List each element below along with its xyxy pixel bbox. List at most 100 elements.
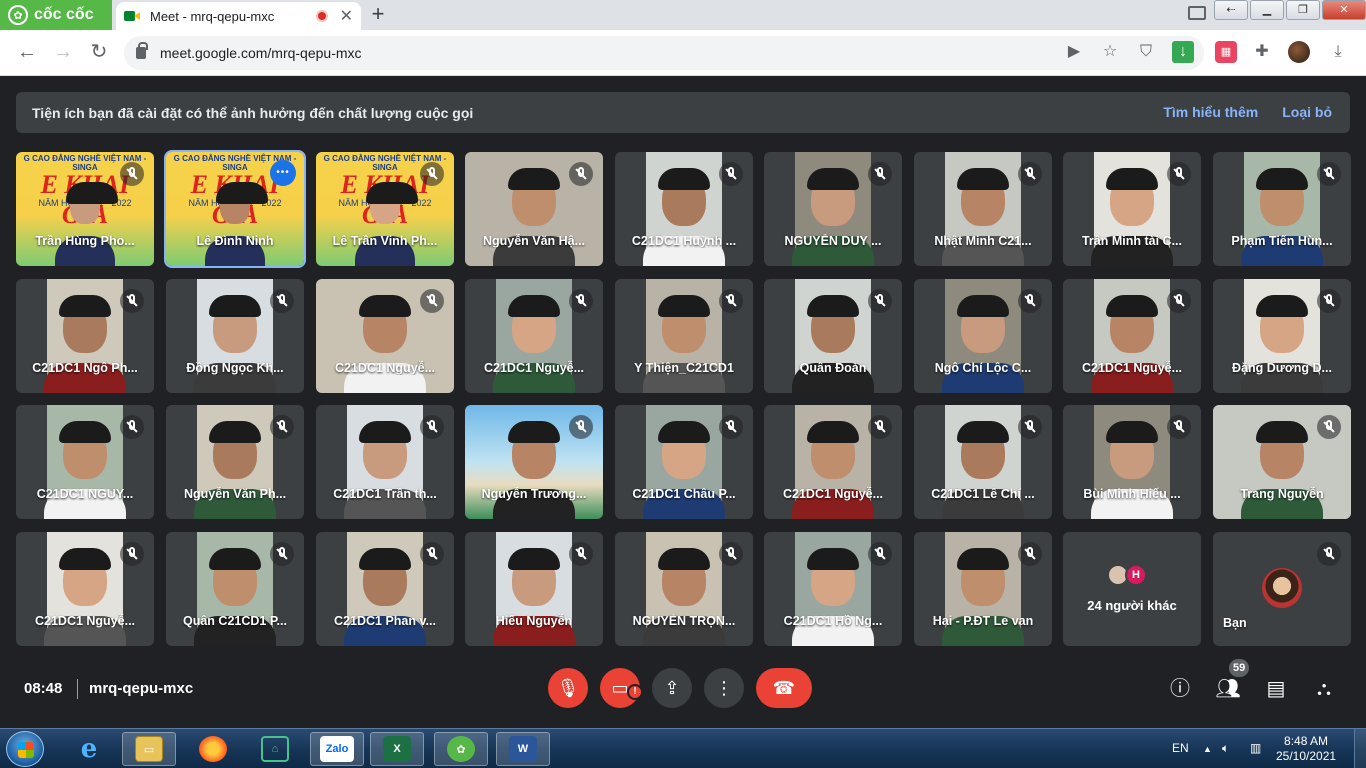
participant-tile[interactable]: Quân C21CD1 P... — [166, 532, 304, 646]
participant-face — [1256, 168, 1308, 226]
participant-tile[interactable]: C21DC1 NGUY... — [16, 405, 154, 519]
participant-tile[interactable]: Hiếu Nguyễn — [465, 532, 603, 646]
lock-icon[interactable] — [136, 42, 148, 59]
meeting-info-icon[interactable]: ⓘ — [1167, 676, 1193, 702]
word-taskbar-icon[interactable]: W — [496, 732, 550, 766]
participant-tile[interactable]: Hai - P.ĐT Le van — [914, 532, 1052, 646]
participant-tile[interactable]: Quân Đoàn — [764, 279, 902, 393]
leave-call-button[interactable]: ☎ — [756, 668, 812, 708]
zalo-taskbar-icon[interactable]: Zalo — [310, 732, 364, 766]
participant-name: Lê Trần Vinh Ph... — [332, 234, 438, 248]
maximize-button[interactable]: ❐ — [1286, 0, 1320, 20]
ie-taskbar-icon[interactable]: e — [62, 732, 116, 766]
show-desktop-button[interactable] — [1354, 729, 1366, 768]
participant-tile[interactable]: C21DC1 Nguyễ... — [764, 405, 902, 519]
participant-tile[interactable]: C21DC1 Hồ Ng... — [764, 532, 902, 646]
participant-tile[interactable]: C21DC1 Nguyễ... — [465, 279, 603, 393]
participant-tile[interactable]: Nguyễn Trương... — [465, 405, 603, 519]
self-tile[interactable]: Bạn — [1213, 532, 1351, 646]
activities-icon[interactable]: ⛬ — [1311, 676, 1337, 702]
participant-tile[interactable]: Ngô Chí Lộc C... — [914, 279, 1052, 393]
participant-tile[interactable]: Y Thiện_C21CD1 — [615, 279, 753, 393]
self-avatar — [1262, 568, 1302, 608]
tab-meet[interactable]: Meet - mrq-qepu-mxc ✕ — [116, 2, 361, 30]
participant-tile[interactable]: Nguyễn Văn Hậ... — [465, 152, 603, 266]
extension-icon[interactable]: ▦ — [1215, 41, 1237, 63]
new-tab-button[interactable]: + — [366, 3, 390, 27]
coccoc-menu-button[interactable]: ✿ cốc cốc — [0, 0, 112, 30]
chat-icon[interactable]: ▤ — [1263, 676, 1289, 702]
app-taskbar-icon[interactable]: ⌂ — [248, 732, 302, 766]
back-history-button[interactable]: ⇠ — [1214, 0, 1248, 20]
camera-blocked-icon[interactable]: ▶ — [1063, 41, 1085, 63]
language-indicator[interactable]: EN — [1172, 741, 1189, 755]
close-window-button[interactable]: ✕ — [1322, 0, 1366, 20]
participant-tile[interactable]: G CAO ĐẲNG NGHỀ VIỆT NAM - SINGAE KHAI G… — [316, 152, 454, 266]
participant-tile[interactable]: C21DC1 Nguyễ... — [16, 532, 154, 646]
participant-tile[interactable]: NGUYỄN TRỌN... — [615, 532, 753, 646]
minimize-button[interactable]: ▁ — [1250, 0, 1284, 20]
participant-name: NGUYỄN TRỌN... — [632, 614, 736, 628]
mic-muted-icon — [868, 162, 892, 186]
participant-name: C21DC1 Nguyễ... — [1081, 361, 1183, 375]
screenshot-icon[interactable] — [1188, 6, 1206, 20]
participant-name: Y Thiện_C21CD1 — [634, 361, 734, 375]
download-extension-icon[interactable]: ↓ — [1172, 41, 1194, 63]
participant-tile[interactable]: Đồng Ngọc Kh... — [166, 279, 304, 393]
tray-arrow-icon[interactable]: ▲ — [1203, 744, 1212, 754]
taskbar-clock[interactable]: 8:48 AM 25/10/2021 — [1276, 734, 1336, 764]
bookmark-star-icon[interactable]: ☆ — [1099, 41, 1121, 63]
participant-tile[interactable]: Trần Minh tài C... — [1063, 152, 1201, 266]
participant-face — [807, 421, 859, 479]
volume-icon[interactable]: 🔈︎ — [1222, 741, 1229, 756]
participant-face — [508, 421, 560, 479]
participant-tile[interactable]: C21DC1 Huỳnh ... — [615, 152, 753, 266]
participant-tile[interactable]: C21DC1 Nguyễ... — [316, 279, 454, 393]
participant-face — [66, 182, 118, 224]
tab-title: Meet - mrq-qepu-mxc — [150, 8, 275, 24]
participant-tile[interactable]: NGUYỄN DUY ... — [764, 152, 902, 266]
windows-taskbar: e ▭ ⌂ Zalo X ✿ W EN ▲ 🔈︎ ▥ 8:48 AM 25/10… — [0, 728, 1366, 768]
participant-tile[interactable]: G CAO ĐẲNG NGHỀ VIỆT NAM - SINGAE KHAI G… — [16, 152, 154, 266]
participant-tile[interactable]: Đặng Dương D... — [1213, 279, 1351, 393]
mic-off-button[interactable]: 🎙︎ — [548, 668, 588, 708]
participant-tile[interactable]: Nhật Minh C21... — [914, 152, 1052, 266]
participant-tile[interactable]: C21DC1 Lê Chí ... — [914, 405, 1052, 519]
dismiss-link[interactable]: Loại bỏ — [1282, 104, 1332, 120]
participant-tile[interactable]: C21DC1 Trần th... — [316, 405, 454, 519]
start-button[interactable] — [6, 731, 44, 767]
profile-avatar[interactable] — [1288, 41, 1310, 63]
downloads-icon[interactable]: ⤓ — [1327, 41, 1349, 63]
shield-icon[interactable]: ⛉ — [1135, 41, 1157, 63]
participant-face — [957, 548, 1009, 606]
participant-name: C21DC1 Châu P... — [632, 487, 736, 501]
others-tile[interactable]: H 24 người khác — [1063, 532, 1201, 646]
back-arrow-icon[interactable]: ← — [14, 40, 40, 66]
participant-tile[interactable]: G CAO ĐẲNG NGHỀ VIỆT NAM - SINGAE KHAI G… — [164, 150, 306, 268]
participant-name: C21DC1 Trần th... — [333, 487, 437, 501]
participant-tile[interactable]: Phạm Tiến Hùn... — [1213, 152, 1351, 266]
explorer-taskbar-icon[interactable]: ▭ — [122, 732, 176, 766]
firefox-taskbar-icon[interactable] — [186, 732, 240, 766]
participant-tile[interactable]: Nguyễn Văn Ph... — [166, 405, 304, 519]
excel-taskbar-icon[interactable]: X — [370, 732, 424, 766]
present-screen-button[interactable]: ⇪ — [652, 668, 692, 708]
address-bar[interactable]: meet.google.com/mrq-qepu-mxc — [124, 36, 1204, 70]
participant-tile[interactable]: Bùi Minh Hiếu ... — [1063, 405, 1201, 519]
coccoc-taskbar-icon[interactable]: ✿ — [434, 732, 488, 766]
participant-tile[interactable]: C21DC1 Phan v... — [316, 532, 454, 646]
mic-muted-icon — [719, 162, 743, 186]
learn-more-link[interactable]: Tìm hiểu thêm — [1163, 104, 1258, 120]
participant-tile[interactable]: Trang Nguyễn — [1213, 405, 1351, 519]
close-tab-button[interactable]: ✕ — [340, 6, 353, 26]
participant-tile[interactable]: C21DC1 Nguyễ... — [1063, 279, 1201, 393]
participant-tile[interactable]: C21DC1 Ngô Ph... — [16, 279, 154, 393]
reload-icon[interactable]: ↻ — [86, 40, 112, 66]
people-icon[interactable]: 👥︎ — [1215, 676, 1241, 702]
participant-tile[interactable]: C21DC1 Châu P... — [615, 405, 753, 519]
network-icon[interactable]: ▥ — [1250, 741, 1261, 755]
more-options-button[interactable]: ⋮ — [704, 668, 744, 708]
forward-arrow-icon[interactable]: → — [50, 40, 76, 66]
puzzle-icon[interactable]: ✚ — [1251, 41, 1273, 63]
participant-name: C21DC1 NGUY... — [36, 487, 134, 501]
